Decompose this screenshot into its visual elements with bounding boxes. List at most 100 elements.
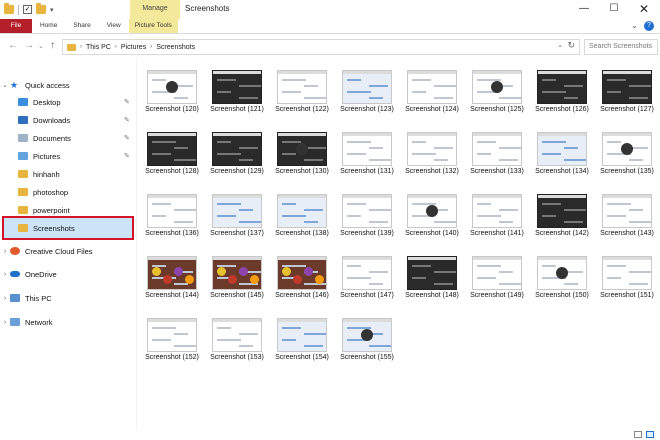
help-icon[interactable]: ? xyxy=(644,21,654,31)
nav-hinhanh[interactable]: hinhanh xyxy=(0,165,140,183)
tab-share[interactable]: Share xyxy=(65,19,98,33)
file-thumbnail xyxy=(602,70,652,104)
chevron-right-icon[interactable]: › xyxy=(0,271,10,278)
breadcrumb-this-pc[interactable]: This PC xyxy=(86,44,111,51)
file-thumbnail xyxy=(472,194,522,228)
file-item[interactable]: Screenshot (123) xyxy=(337,62,397,124)
file-item[interactable]: Screenshot (131) xyxy=(337,124,397,186)
file-item[interactable]: Screenshot (133) xyxy=(467,124,527,186)
properties-icon[interactable]: ✓ xyxy=(23,5,32,14)
breadcrumb-separator-icon[interactable]: › xyxy=(150,44,152,50)
file-item[interactable]: Screenshot (122) xyxy=(272,62,332,124)
file-item[interactable]: Screenshot (128) xyxy=(142,124,202,186)
file-thumbnail xyxy=(212,194,262,228)
tab-home[interactable]: Home xyxy=(32,19,65,33)
chevron-right-icon[interactable]: › xyxy=(0,248,10,255)
breadcrumb-separator-icon[interactable]: › xyxy=(115,44,117,50)
file-item[interactable]: Screenshot (139) xyxy=(337,186,397,248)
file-item[interactable]: Screenshot (125) xyxy=(467,62,527,124)
pane-divider[interactable] xyxy=(136,58,137,440)
nav-downloads[interactable]: Downloads ✎ xyxy=(0,111,140,129)
nav-this-pc[interactable]: › This PC xyxy=(0,289,140,307)
file-item[interactable]: Screenshot (136) xyxy=(142,186,202,248)
nav-screenshots[interactable]: Screenshots xyxy=(0,219,140,237)
up-arrow-icon[interactable]: ↑ xyxy=(50,40,55,52)
nav-onedrive[interactable]: › OneDrive xyxy=(0,265,140,283)
file-item[interactable]: Screenshot (152) xyxy=(142,310,202,372)
nav-label: hinhanh xyxy=(33,169,60,179)
nav-documents[interactable]: Documents ✎ xyxy=(0,129,140,147)
file-item[interactable]: Screenshot (145) xyxy=(207,248,267,310)
file-item[interactable]: Screenshot (144) xyxy=(142,248,202,310)
network-icon xyxy=(10,318,20,326)
file-item[interactable]: Screenshot (147) xyxy=(337,248,397,310)
back-arrow-icon[interactable]: ← xyxy=(8,40,18,52)
breadcrumb-screenshots[interactable]: Screenshots xyxy=(156,44,195,51)
tab-view[interactable]: View xyxy=(99,19,129,33)
chevron-down-icon[interactable]: ⌄ xyxy=(631,21,638,31)
file-item[interactable]: Screenshot (132) xyxy=(402,124,462,186)
file-item[interactable]: Screenshot (153) xyxy=(207,310,267,372)
file-item[interactable]: Screenshot (140) xyxy=(402,186,462,248)
divider xyxy=(18,4,19,15)
customize-toolbar-icon[interactable]: ▾ xyxy=(50,6,54,14)
refresh-icon[interactable]: ↻ xyxy=(567,40,575,51)
file-item[interactable]: Screenshot (134) xyxy=(532,124,592,186)
nav-photoshop[interactable]: photoshop xyxy=(0,183,140,201)
file-item[interactable]: Screenshot (135) xyxy=(597,124,657,186)
close-button[interactable]: ✕ xyxy=(630,0,658,19)
chevron-down-icon[interactable]: ⌄ xyxy=(557,41,563,49)
large-icons-view-icon[interactable] xyxy=(646,431,654,438)
tab-file[interactable]: File xyxy=(0,19,32,33)
file-item[interactable]: Screenshot (137) xyxy=(207,186,267,248)
file-item[interactable]: Screenshot (148) xyxy=(402,248,462,310)
file-name: Screenshot (144) xyxy=(145,292,199,299)
manage-context-tab[interactable]: Manage xyxy=(130,0,180,19)
file-item[interactable]: Screenshot (150) xyxy=(532,248,592,310)
file-thumbnail xyxy=(147,318,197,352)
nav-label: Screenshots xyxy=(33,223,75,233)
tab-picture-tools[interactable]: Picture Tools xyxy=(128,19,178,33)
file-thumbnail xyxy=(277,194,327,228)
details-view-icon[interactable] xyxy=(634,431,642,438)
quick-access-toolbar: ✓ ▾ xyxy=(0,0,54,19)
new-folder-icon[interactable] xyxy=(36,3,46,14)
file-thumbnail xyxy=(212,318,262,352)
file-item[interactable]: Screenshot (155) xyxy=(337,310,397,372)
file-name: Screenshot (127) xyxy=(600,106,654,113)
minimize-button[interactable]: — xyxy=(570,0,598,19)
nav-desktop[interactable]: Desktop ✎ xyxy=(0,93,140,111)
nav-network[interactable]: › Network xyxy=(0,313,140,331)
file-item[interactable]: Screenshot (124) xyxy=(402,62,462,124)
address-bar[interactable]: › This PC › Pictures › Screenshots ⌄ ↻ xyxy=(62,39,580,55)
file-item[interactable]: Screenshot (151) xyxy=(597,248,657,310)
file-thumbnail xyxy=(407,194,457,228)
file-item[interactable]: Screenshot (141) xyxy=(467,186,527,248)
file-item[interactable]: Screenshot (142) xyxy=(532,186,592,248)
maximize-button[interactable]: ☐ xyxy=(600,0,628,19)
breadcrumb-pictures[interactable]: Pictures xyxy=(121,44,146,51)
chevron-right-icon[interactable]: › xyxy=(0,295,10,302)
nav-quick-access[interactable]: ⌄ ★ Quick access xyxy=(0,76,140,94)
file-item[interactable]: Screenshot (138) xyxy=(272,186,332,248)
breadcrumb-separator-icon[interactable]: › xyxy=(80,44,82,50)
file-item[interactable]: Screenshot (146) xyxy=(272,248,332,310)
file-item[interactable]: Screenshot (130) xyxy=(272,124,332,186)
nav-powerpoint[interactable]: powerpoint xyxy=(0,201,140,219)
chevron-right-icon[interactable]: › xyxy=(0,319,10,326)
forward-arrow-icon[interactable]: → xyxy=(24,40,34,52)
nav-creative-cloud-files[interactable]: › Creative Cloud Files xyxy=(0,242,140,260)
file-item[interactable]: Screenshot (121) xyxy=(207,62,267,124)
file-thumbnail xyxy=(537,256,587,290)
file-item[interactable]: Screenshot (120) xyxy=(142,62,202,124)
file-item[interactable]: Screenshot (127) xyxy=(597,62,657,124)
file-item[interactable]: Screenshot (143) xyxy=(597,186,657,248)
search-input[interactable]: Search Screenshots xyxy=(584,39,658,55)
recent-locations-icon[interactable]: ⌄ xyxy=(38,41,44,53)
chevron-down-icon[interactable]: ⌄ xyxy=(0,81,10,89)
file-item[interactable]: Screenshot (154) xyxy=(272,310,332,372)
file-item[interactable]: Screenshot (126) xyxy=(532,62,592,124)
file-item[interactable]: Screenshot (129) xyxy=(207,124,267,186)
file-item[interactable]: Screenshot (149) xyxy=(467,248,527,310)
nav-pictures[interactable]: Pictures ✎ xyxy=(0,147,140,165)
